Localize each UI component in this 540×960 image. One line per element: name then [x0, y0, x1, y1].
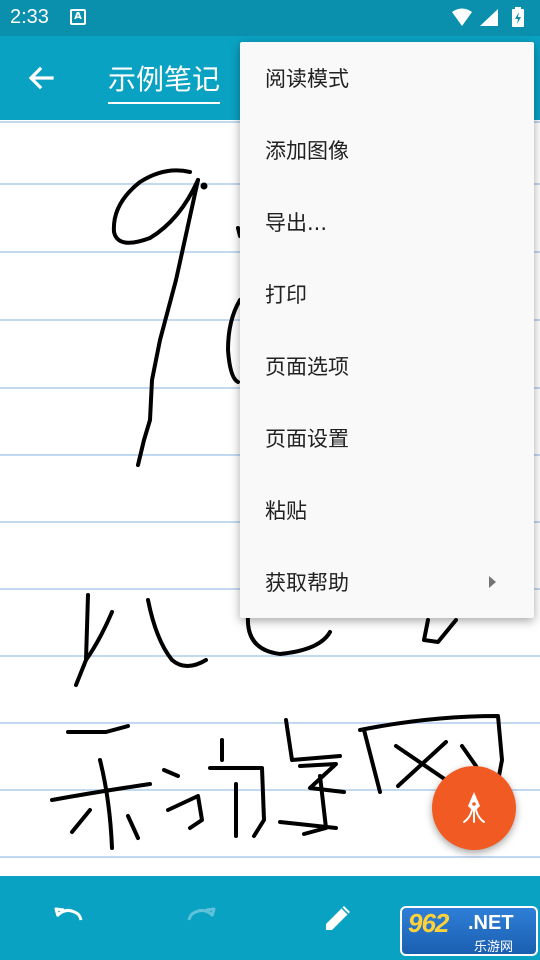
- status-bar: 2:33 A: [0, 0, 540, 36]
- redo-icon[interactable]: [180, 896, 224, 940]
- menu-item-label: 获取帮助: [265, 571, 349, 595]
- menu-item-label: 页面选项: [265, 355, 349, 379]
- watermark-logo: 962 .NET 乐游网: [400, 906, 538, 956]
- menu-item-label: 打印: [265, 283, 307, 307]
- pen-icon[interactable]: [316, 896, 360, 940]
- status-time: 2:33: [10, 6, 49, 28]
- menu-item-label: 粘贴: [265, 499, 307, 523]
- menu-item-paste[interactable]: 粘贴: [240, 474, 534, 546]
- overflow-menu: 阅读模式 添加图像 导出... 打印 页面选项 页面设置 粘贴 获取帮助: [240, 42, 534, 618]
- watermark-net: .NET: [468, 912, 514, 934]
- undo-icon[interactable]: [46, 896, 90, 940]
- watermark-cn: 乐游网: [474, 940, 514, 955]
- note-title[interactable]: 示例笔记: [108, 58, 221, 104]
- arrow-left-icon[interactable]: [20, 56, 64, 100]
- pen-tool-fab[interactable]: [432, 766, 516, 850]
- wifi-icon: [452, 8, 472, 26]
- watermark-number: 962: [408, 908, 449, 938]
- status-icons: [452, 7, 524, 27]
- menu-item-page-options[interactable]: 页面选项: [240, 330, 534, 402]
- submenu-arrow-icon: [489, 576, 496, 588]
- signal-icon: [480, 9, 498, 26]
- menu-item-get-help[interactable]: 获取帮助: [240, 546, 534, 618]
- notification-icon: A: [70, 9, 86, 25]
- menu-item-label: 导出...: [265, 211, 328, 235]
- menu-item-page-settings[interactable]: 页面设置: [240, 402, 534, 474]
- menu-item-label: 添加图像: [265, 139, 349, 163]
- battery-icon: [512, 7, 524, 27]
- fountain-pen-icon: [463, 792, 485, 823]
- menu-item-label: 页面设置: [265, 427, 349, 451]
- menu-item-label: 阅读模式: [265, 67, 349, 91]
- menu-item-export[interactable]: 导出...: [240, 186, 534, 258]
- menu-item-print[interactable]: 打印: [240, 258, 534, 330]
- menu-item-add-image[interactable]: 添加图像: [240, 114, 534, 186]
- menu-item-read-mode[interactable]: 阅读模式: [240, 42, 534, 114]
